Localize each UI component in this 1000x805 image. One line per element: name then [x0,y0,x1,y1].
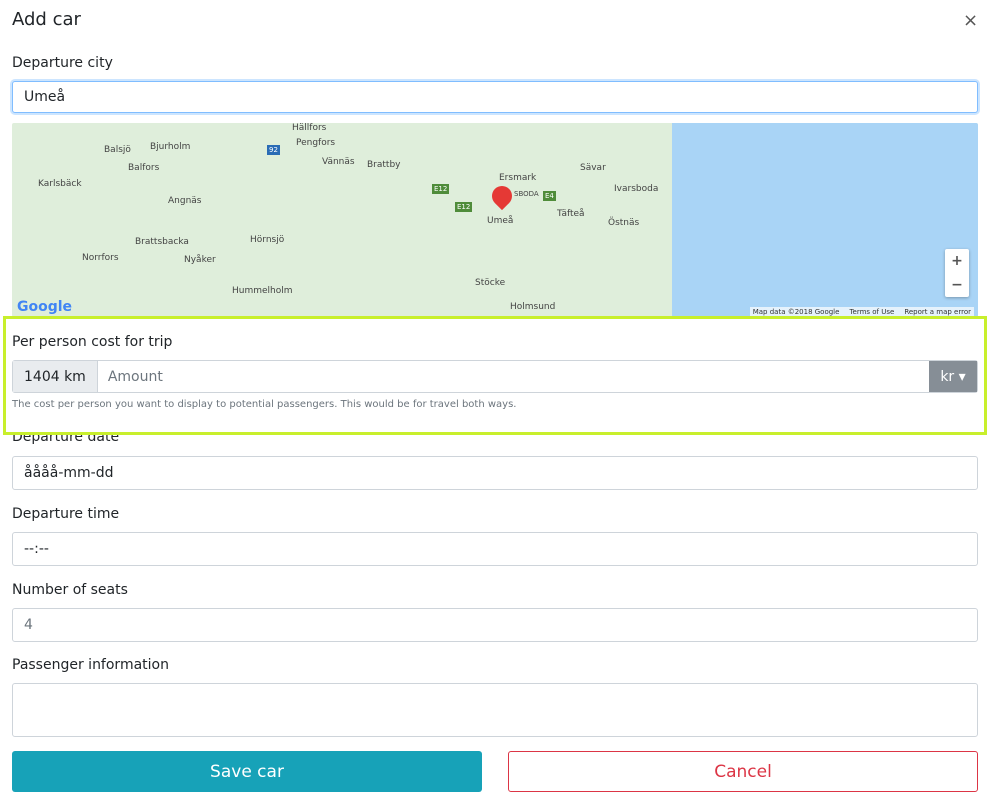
departure-city-label: Departure city [12,55,113,71]
map-town: Nyåker [184,255,216,265]
map-town: Täfteå [557,209,585,219]
distance-badge: 1404 km [13,361,98,392]
currency-dropdown[interactable]: kr ▾ [929,361,977,392]
road-shield: E12 [455,202,473,212]
map-town: Pengfors [296,138,336,148]
passenger-info-label: Passenger information [12,657,169,673]
cost-input-group: 1404 km Amount kr ▾ [12,360,978,393]
map-town: Stöcke [475,278,506,288]
road-shield: 92 [267,145,280,155]
road-shield: E4 [543,191,556,201]
map-town: Holmsund [510,302,556,312]
map-town: Hällfors [292,123,327,133]
map-town: Ersmark [499,173,537,183]
google-logo: Google [17,299,73,315]
map-town: SBODA [514,190,539,198]
departure-time-input[interactable]: --:-- [12,532,978,566]
cancel-button[interactable]: Cancel [508,751,978,792]
map-water [672,123,978,317]
map-town: Umeå [487,216,514,226]
map-town: Brattsbacka [135,237,189,247]
map-data-text: Map data ©2018 Google [752,308,840,316]
map-zoom-control: + − [945,249,969,297]
map-town: Hörnsjö [250,235,285,245]
zoom-in-button[interactable]: + [945,249,969,273]
amount-input[interactable]: Amount [98,361,929,392]
map-town: Ivarsboda [614,184,659,194]
map-town: Angnäs [168,196,202,206]
seats-label: Number of seats [12,582,128,598]
cost-help-text: The cost per person you want to display … [12,399,517,410]
map-town: Östnäs [608,218,640,228]
map-town: Karlsbäck [38,179,82,189]
map-town: Norrfors [82,253,119,263]
map-town: Sävar [580,163,606,173]
passenger-info-textarea[interactable] [12,683,978,737]
report-error-link[interactable]: Report a map error [904,308,971,316]
departure-time-label: Departure time [12,506,120,522]
map-town: Balsjö [104,145,131,155]
terms-link[interactable]: Terms of Use [849,308,894,316]
close-icon[interactable]: × [963,10,978,31]
save-car-button[interactable]: Save car [12,751,482,792]
map-town: Hummelholm [232,286,293,296]
cost-label: Per person cost for trip [12,334,173,350]
map-marker-icon[interactable] [487,181,517,211]
seats-input[interactable]: 4 [12,608,978,642]
map-town: Bjurholm [150,142,191,152]
map[interactable]: Hällfors Balsjö Bjurholm Pengfors Vännäs… [12,123,978,317]
departure-date-input[interactable]: åååå-mm-dd [12,456,978,490]
modal-title: Add car [12,9,81,30]
departure-city-input[interactable]: Umeå [12,81,978,113]
map-town: Balfors [128,163,160,173]
road-shield: E12 [432,184,450,194]
map-town: Vännäs [322,157,355,167]
zoom-out-button[interactable]: − [945,273,969,297]
map-town: Brattby [367,160,401,170]
